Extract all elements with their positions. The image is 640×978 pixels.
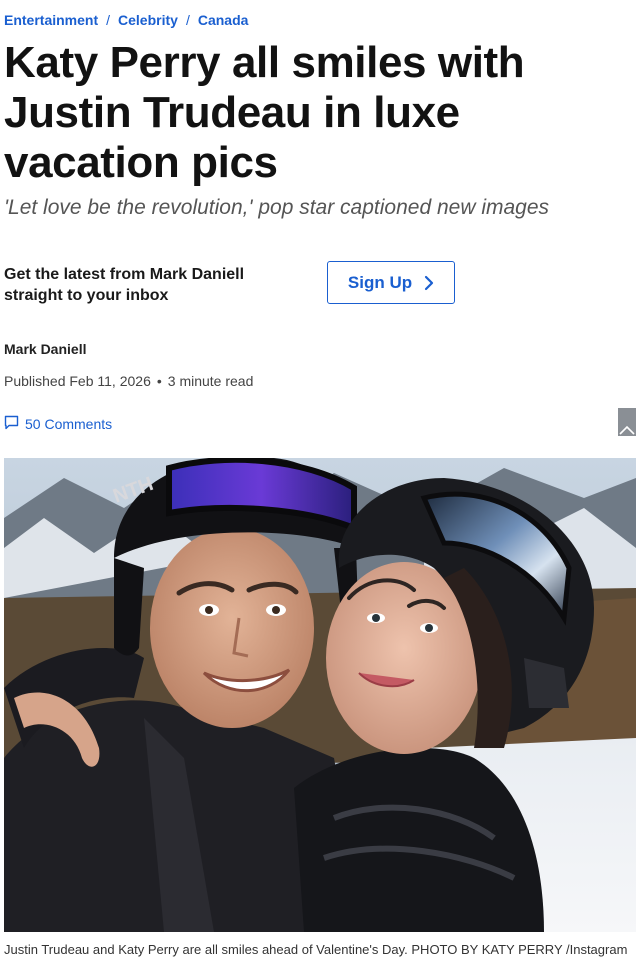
breadcrumb-celebrity[interactable]: Celebrity <box>118 12 178 28</box>
comments-count-label: 50 Comments <box>25 416 113 432</box>
article-headline: Katy Perry all smiles with Justin Trudea… <box>4 38 525 187</box>
read-time: 3 minute read <box>167 373 254 389</box>
bookmark-icon[interactable] <box>618 408 636 436</box>
publish-date: Published Feb 11, 2026 <box>4 373 151 389</box>
byline-separator: • <box>156 373 162 389</box>
author-name[interactable]: Mark Daniell <box>4 341 86 357</box>
article-photo: NTH <box>4 458 636 932</box>
comments-link[interactable]: 50 Comments <box>4 415 112 433</box>
photo-caption: Justin Trudeau and Katy Perry are all sm… <box>4 942 628 957</box>
breadcrumb-canada[interactable]: Canada <box>198 12 249 28</box>
publish-info: Published Feb 11, 2026 • 3 minute read <box>4 373 253 389</box>
comment-icon <box>4 415 19 433</box>
breadcrumb-entertainment[interactable]: Entertainment <box>4 12 98 28</box>
article-deck: 'Let love be the revolution,' pop star c… <box>4 196 550 219</box>
newsletter-signup-text: Get the latest from Mark Daniell straigh… <box>4 266 245 304</box>
breadcrumb-separator: / <box>106 12 111 28</box>
breadcrumb: Entertainment / Celebrity / Canada <box>4 12 248 28</box>
sign-up-button[interactable]: Sign Up <box>327 261 455 304</box>
sign-up-label: Sign Up <box>347 272 413 292</box>
chevron-right-icon <box>424 275 434 291</box>
breadcrumb-separator: / <box>185 12 190 28</box>
